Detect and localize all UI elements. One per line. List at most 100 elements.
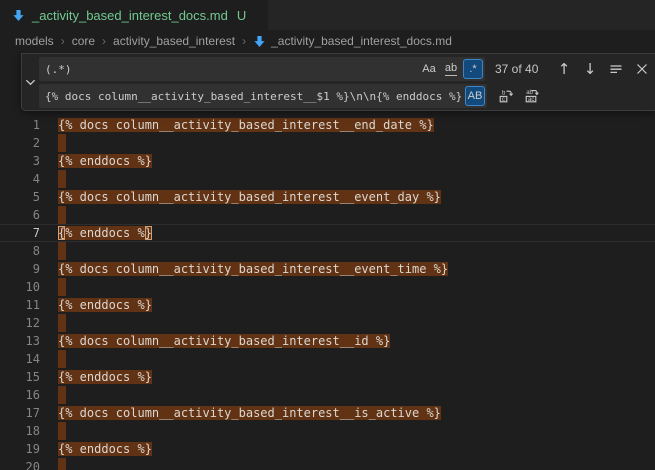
match-case-toggle[interactable]: Aa: [419, 59, 439, 79]
regex-toggle[interactable]: .*: [463, 59, 483, 79]
svg-text:ab: ab: [526, 90, 533, 96]
editor-line[interactable]: 7{% enddocs %}: [0, 224, 655, 242]
breadcrumb: models › core › activity_based_interest …: [0, 30, 655, 52]
breadcrumb-models[interactable]: models: [15, 34, 54, 48]
close-find-button[interactable]: [631, 58, 653, 80]
toggle-replace-button[interactable]: [22, 57, 39, 107]
editor-line[interactable]: 15 {% enddocs %}: [0, 368, 655, 386]
find-replace-widget: (.*) Aa ab .* 37 of 40 ↑ ↓: [21, 53, 655, 111]
line-code: {% enddocs %}: [40, 440, 152, 458]
search-match: {% enddocs %}: [58, 442, 152, 456]
editor-line[interactable]: 3{% enddocs %}: [0, 152, 655, 170]
editor-line[interactable]: 14: [0, 350, 655, 368]
breadcrumb-file[interactable]: _activity_based_interest_docs.md: [253, 34, 452, 48]
line-number: 10: [0, 278, 40, 296]
editor-line[interactable]: 16: [0, 386, 655, 404]
line-number: 20: [0, 458, 40, 470]
editor-pane[interactable]: 1 {% docs column__activity_based_interest…: [0, 52, 655, 470]
line-number: 9: [0, 260, 40, 278]
search-value: (.*): [45, 63, 417, 76]
line-code: [40, 422, 66, 440]
breadcrumb-core[interactable]: core: [72, 34, 95, 48]
find-in-selection-button[interactable]: [605, 58, 627, 80]
previous-match-button[interactable]: ↑: [553, 58, 575, 80]
markdown-file-icon: [12, 9, 25, 22]
search-input[interactable]: (.*) Aa ab .*: [39, 57, 485, 81]
empty-line-match: [58, 386, 66, 404]
git-status-badge: U: [237, 8, 246, 23]
line-number: 18: [0, 422, 40, 440]
line-code: [40, 278, 66, 296]
empty-line-match: [58, 314, 66, 332]
replace-value: {% docs column__activity_based_interest_…: [45, 90, 463, 103]
editor-line[interactable]: 19{% enddocs %}: [0, 440, 655, 458]
search-match: {% enddocs %}: [58, 298, 152, 312]
empty-line-match: [58, 422, 66, 440]
empty-line-match: [58, 206, 66, 224]
line-number: 11: [0, 296, 40, 314]
results-count: 37 of 40: [495, 62, 549, 76]
line-code: {% enddocs %}: [40, 296, 152, 314]
editor-line[interactable]: 4: [0, 170, 655, 188]
line-number: 13: [0, 332, 40, 350]
breadcrumb-separator: ›: [242, 34, 246, 48]
line-code: [40, 350, 66, 368]
line-number: 5: [0, 188, 40, 206]
next-match-button[interactable]: ↓: [579, 58, 601, 80]
empty-line-match: [58, 170, 66, 188]
editor-line[interactable]: 12: [0, 314, 655, 332]
replace-input[interactable]: {% docs column__activity_based_interest_…: [39, 84, 487, 108]
breadcrumb-separator: ›: [102, 34, 106, 48]
chevron-down-icon: [25, 77, 36, 88]
replace-button[interactable]: b c: [495, 85, 517, 107]
editor-line[interactable]: 20: [0, 458, 655, 470]
editor-line[interactable]: 10: [0, 278, 655, 296]
line-code: {% enddocs %}: [40, 368, 152, 386]
selection-lines-icon: [609, 62, 623, 76]
line-code: {% docs column__activity_based_interest_…: [40, 404, 441, 422]
line-code: [40, 170, 66, 188]
empty-line-match: [58, 242, 66, 260]
line-number: 17: [0, 404, 40, 422]
empty-line-match: [58, 134, 66, 152]
editor-line[interactable]: 18: [0, 422, 655, 440]
line-number: 16: [0, 386, 40, 404]
markdown-file-icon: [253, 35, 266, 48]
search-match: {% enddocs %}: [58, 370, 152, 384]
line-code: [40, 134, 66, 152]
arrow-down-icon: ↓: [584, 62, 597, 77]
breadcrumb-filename: _activity_based_interest_docs.md: [271, 34, 452, 48]
svg-text:ac: ac: [528, 97, 534, 103]
tab-bar: _activity_based_interest_docs.md U: [0, 0, 655, 30]
line-number: 15: [0, 368, 40, 386]
find-row: (.*) Aa ab .* 37 of 40 ↑ ↓: [39, 57, 653, 81]
replace-all-button[interactable]: ab ac: [521, 85, 543, 107]
editor-line[interactable]: 2: [0, 134, 655, 152]
arrow-up-icon: ↑: [558, 62, 571, 77]
editor-line[interactable]: 13{% docs column__activity_based_interes…: [0, 332, 655, 350]
whole-word-toggle[interactable]: ab: [441, 59, 461, 79]
empty-line-match: [58, 278, 66, 296]
replace-row: {% docs column__activity_based_interest_…: [39, 84, 653, 108]
line-code: {% docs column__activity_based_interest_…: [40, 332, 390, 350]
close-icon: [636, 63, 648, 75]
line-code: {% docs column__activity_based_interest_…: [40, 260, 448, 278]
editor-line[interactable]: 1{% docs column__activity_based_interest…: [0, 116, 655, 134]
breadcrumb-activity-based-interest[interactable]: activity_based_interest: [113, 34, 235, 48]
tab-activity-based-interest-docs[interactable]: _activity_based_interest_docs.md U: [0, 0, 268, 30]
editor-line[interactable]: 17 {% docs column__activity_based_interes…: [0, 404, 655, 422]
search-match: {% docs column__activity_based_interest_…: [58, 406, 441, 420]
editor-line[interactable]: 6: [0, 206, 655, 224]
line-code: [40, 314, 66, 332]
line-number: 1: [0, 116, 40, 134]
search-match: {% docs column__activity_based_interest_…: [58, 262, 448, 276]
line-code: {% enddocs %}: [40, 224, 152, 242]
editor-line[interactable]: 5{% docs column__activity_based_interest…: [0, 188, 655, 206]
line-number: 2: [0, 134, 40, 152]
editor-line[interactable]: 9 {% docs column__activity_based_interest…: [0, 260, 655, 278]
editor-lines: 1 {% docs column__activity_based_interest…: [0, 116, 655, 470]
preserve-case-toggle[interactable]: AB: [465, 86, 485, 106]
line-code: [40, 458, 66, 470]
editor-line[interactable]: 11 {% enddocs %}: [0, 296, 655, 314]
editor-line[interactable]: 8: [0, 242, 655, 260]
